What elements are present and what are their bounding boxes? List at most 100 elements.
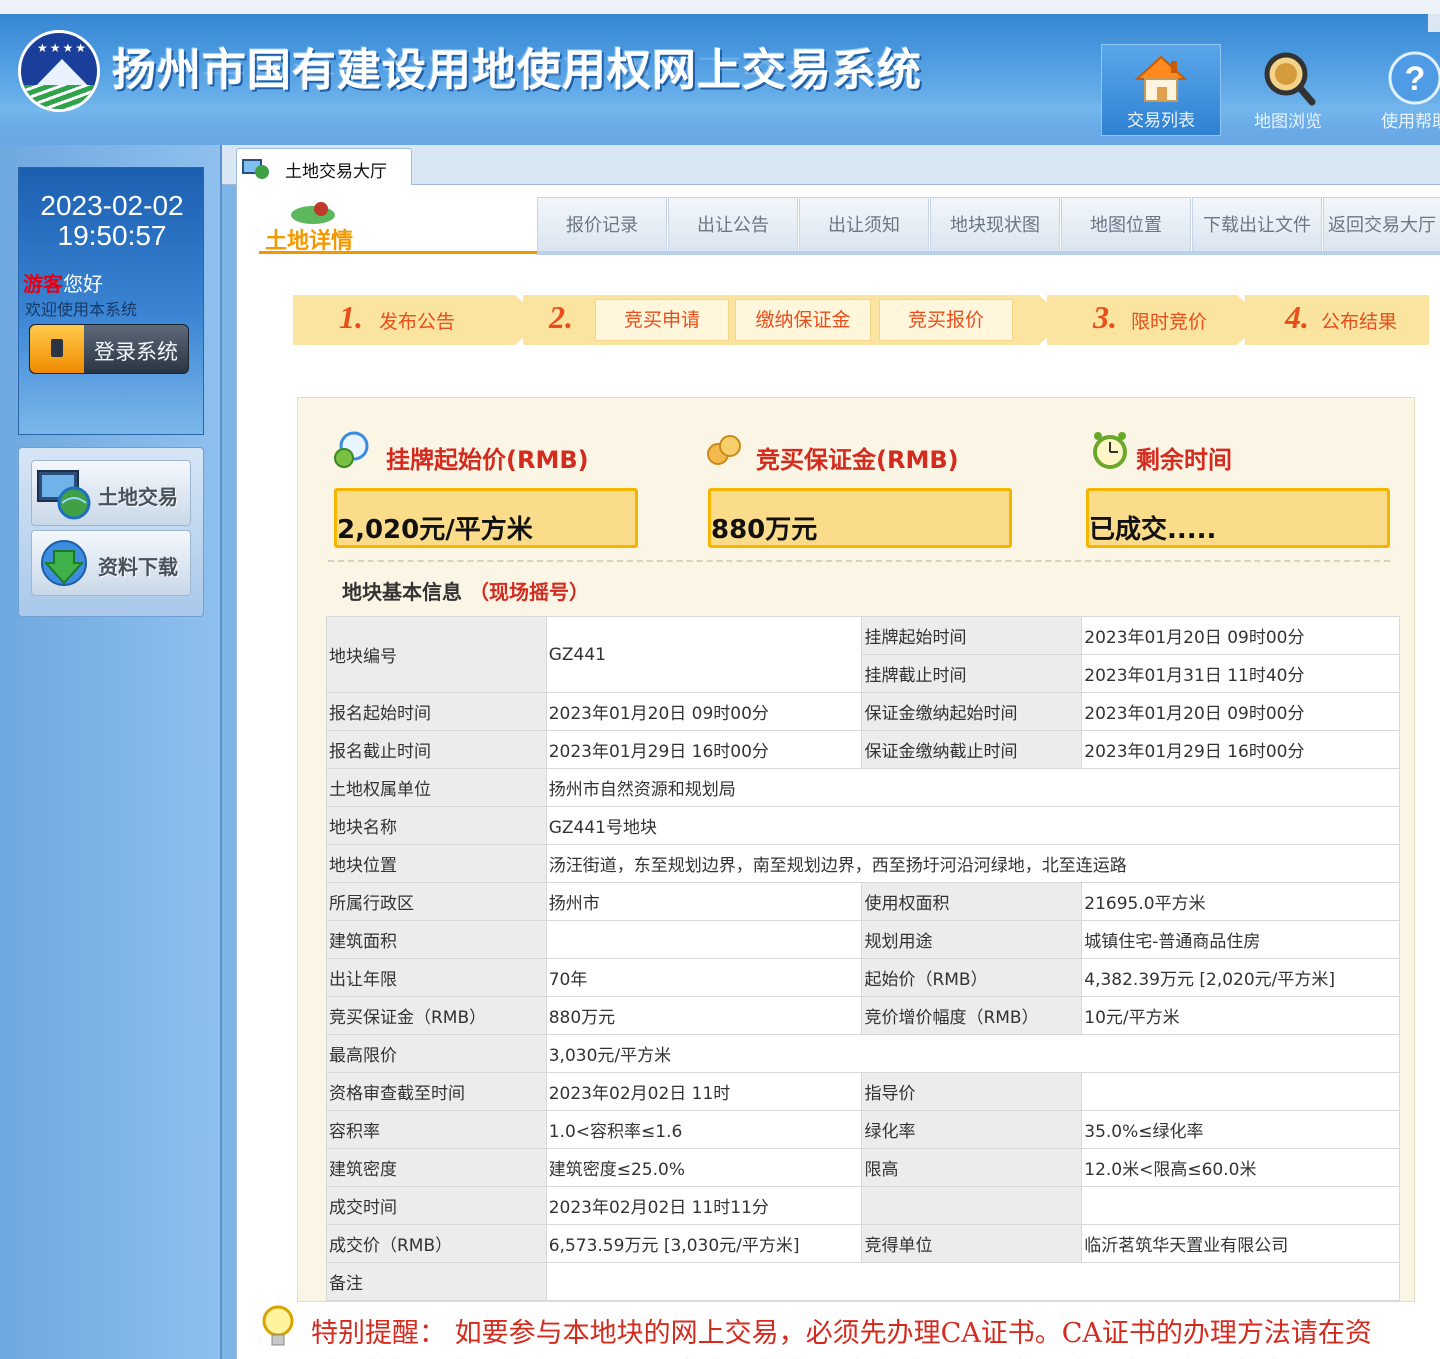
cell-key: 起始价（RMB）	[861, 958, 1083, 997]
cell-key: 竞买保证金（RMB）	[326, 996, 547, 1035]
alarm-clock-icon	[1093, 432, 1127, 469]
table-row: 容积率 1.0<容积率≤1.6 绿化率 35.0%≤绿化率	[326, 1110, 1400, 1149]
tab-transfer-notice[interactable]: 出让公告	[668, 197, 798, 255]
nav-map-browse[interactable]: 地图浏览	[1228, 44, 1348, 136]
cell-key: 报名起始时间	[326, 692, 547, 731]
cell-value	[545, 1262, 1401, 1301]
tab-download-documents[interactable]: 下载出让文件	[1192, 197, 1322, 255]
start-price-label: 挂牌起始价(RMB)	[386, 446, 589, 474]
cell-key: 土地权属单位	[326, 768, 547, 807]
step-2-number: 2.	[549, 299, 573, 335]
current-time: 19:50:57	[57, 220, 167, 251]
cell-value: 2023年01月29日 16时00分	[1081, 730, 1400, 769]
sidebar-item-land-trade[interactable]: 土地交易	[31, 460, 191, 526]
greeting: 游客您好	[23, 268, 103, 297]
table-row: 成交价（RMB） 6,573.59万元 [3,030元/平方米] 竞得单位 临沂茗筑华…	[326, 1224, 1400, 1263]
table-row: 备注	[326, 1262, 1401, 1301]
step-2-deposit: 缴纳保证金	[735, 299, 871, 341]
help-icon: ?	[1388, 51, 1440, 105]
step-2-apply: 竞买申请	[595, 299, 729, 341]
download-arrow-icon	[41, 540, 87, 586]
cell-key: 规划用途	[861, 920, 1083, 959]
cell-value: 70年	[545, 958, 863, 997]
tab-label: 土地交易大厅	[285, 162, 387, 182]
site-title-reflection: 扬州市国有建设用地使用权网上交易系统	[112, 53, 922, 79]
subtabs-baseline	[537, 251, 1440, 255]
cell-value	[1081, 1072, 1400, 1111]
cell-value: 6,573.59万元 [3,030元/平方米]	[545, 1224, 863, 1263]
tab-parcel-status-map[interactable]: 地块现状图	[930, 197, 1060, 255]
cell-key: 成交时间	[326, 1186, 547, 1225]
cell-key: 报名截止时间	[326, 730, 547, 769]
window-close-button[interactable]	[1428, 14, 1440, 32]
cell-key: 备注	[326, 1262, 547, 1301]
tab-land-trade-hall[interactable]: 土地交易大厅	[236, 148, 412, 186]
table-row: 资格审查截至时间 2023年02月02日 11时 指导价	[326, 1072, 1400, 1111]
step-3-number: 3.	[1093, 299, 1117, 335]
map-magnifier-icon	[1264, 52, 1316, 106]
cell-value: 2023年01月31日 11时40分	[1081, 654, 1400, 693]
step-4-label: 公布结果	[1321, 311, 1398, 333]
tab-transfer-instructions[interactable]: 出让须知	[799, 197, 929, 255]
step-2-bid: 竞买报价	[879, 299, 1013, 341]
login-button[interactable]: 登录系统	[29, 324, 189, 374]
nav-help[interactable]: ? 使用帮助	[1355, 44, 1440, 136]
clock-panel: 2023-02-02 19:50:57 游客您好 欢迎使用本系统 登录系统	[18, 167, 204, 435]
cell-value: 880万元	[545, 996, 863, 1035]
table-row: 地块编号 GZ441 挂牌起始时间 2023年01月20日 09时00分	[326, 616, 1400, 693]
sidebar-item-label: 土地交易	[98, 485, 178, 509]
guest-label: 游客	[23, 272, 63, 296]
step-3-label: 限时竞价	[1131, 311, 1208, 333]
parcel-info-table: 地块编号 GZ441 挂牌起始时间 2023年01月20日 09时00分 挂牌截…	[326, 616, 1401, 1301]
cell-value: 1.0<容积率≤1.6	[545, 1110, 863, 1149]
tab-return-hall[interactable]: 返回交易大厅	[1323, 197, 1440, 255]
greeting-text: 您好	[63, 272, 103, 296]
cell-key	[861, 1186, 1083, 1225]
tab-bid-records[interactable]: 报价记录	[537, 197, 667, 255]
table-row: 土地权属单位 扬州市自然资源和规划局	[326, 768, 1401, 807]
header-banner: ★★★★ 扬州市国有建设用地使用权网上交易系统 扬州市国有建设用地使用权网上交易…	[0, 0, 1440, 145]
detail-subtabs: 报价记录 出让公告 出让须知 地块现状图 地图位置 下载出让文件 返回交易大厅	[537, 195, 1440, 255]
nav-trade-list[interactable]: 交易列表	[1101, 44, 1221, 136]
clock-coin-icon	[334, 431, 369, 468]
nav-help-label: 使用帮助	[1381, 112, 1440, 132]
cell-key: 所属行政区	[326, 882, 547, 921]
banner-glow	[0, 100, 1440, 145]
deposit-label: 竞买保证金(RMB)	[756, 446, 959, 474]
deposit-value: 880万元	[708, 488, 1012, 548]
cell-key: 使用权面积	[861, 882, 1083, 921]
table-row: 报名起始时间 2023年01月20日 09时00分 保证金缴纳起始时间 2023年01…	[326, 692, 1400, 731]
cell-value: 2023年01月29日 16时00分	[545, 730, 863, 769]
cell-key: 竞得单位	[861, 1224, 1083, 1263]
cell-key: 成交价（RMB）	[326, 1224, 547, 1263]
globe-computer-icon	[37, 470, 91, 520]
field-shape	[21, 85, 97, 109]
cell-value: 城镇住宅-普通商品住房	[1081, 920, 1400, 959]
cell-key: 绿化率	[861, 1110, 1083, 1149]
table-row: 建筑面积 规划用途 城镇住宅-普通商品住房	[326, 920, 1400, 959]
step-4-number: 4.	[1285, 299, 1309, 335]
cell-key: 地块名称	[326, 806, 547, 845]
special-notice-cont: 料下载栏目中下载名录《CA证书办理指南》，根据交易规则的规定，办妥交付缴纳竞买保…	[311, 1351, 1391, 1359]
cell-value: 12.0米<限高≤60.0米	[1081, 1148, 1400, 1187]
left-sidebar: 2023-02-02 19:50:57 游客您好 欢迎使用本系统 登录系统 土地…	[0, 145, 222, 1359]
cell-value: 扬州市自然资源和规划局	[545, 768, 1401, 807]
dashed-divider	[328, 560, 1390, 562]
table-row: 出让年限 70年 起始价（RMB） 4,382.39万元 [2,020元/平方米]	[326, 958, 1400, 997]
cell-value: 4,382.39万元 [2,020元/平方米]	[1081, 958, 1400, 997]
cell-key: 地块编号	[326, 616, 547, 693]
table-row: 竞买保证金（RMB） 880万元 竞价增价幅度（RMB） 10元/平方米	[326, 996, 1400, 1035]
cell-key: 保证金缴纳截止时间	[861, 730, 1083, 769]
cell-key: 保证金缴纳起始时间	[861, 692, 1083, 731]
section-note: （现场摇号）	[468, 580, 589, 604]
welcome-text: 欢迎使用本系统	[25, 300, 138, 319]
cell-value: GZ441	[545, 616, 863, 693]
step-1-label: 发布公告	[379, 311, 456, 333]
cell-value: 35.0%≤绿化率	[1081, 1110, 1400, 1149]
cell-value: 2023年01月20日 09时00分	[1081, 616, 1400, 655]
table-row: 地块名称 GZ441号地块	[326, 806, 1401, 845]
tab-map-location[interactable]: 地图位置	[1061, 197, 1191, 255]
sidebar-item-download[interactable]: 资料下载	[31, 530, 191, 596]
parcel-info-panel: 挂牌起始价(RMB) 2,020元/平方米 竞买保证金(RMB) 880万元 剩…	[297, 397, 1415, 1302]
cell-key: 指导价	[861, 1072, 1083, 1111]
